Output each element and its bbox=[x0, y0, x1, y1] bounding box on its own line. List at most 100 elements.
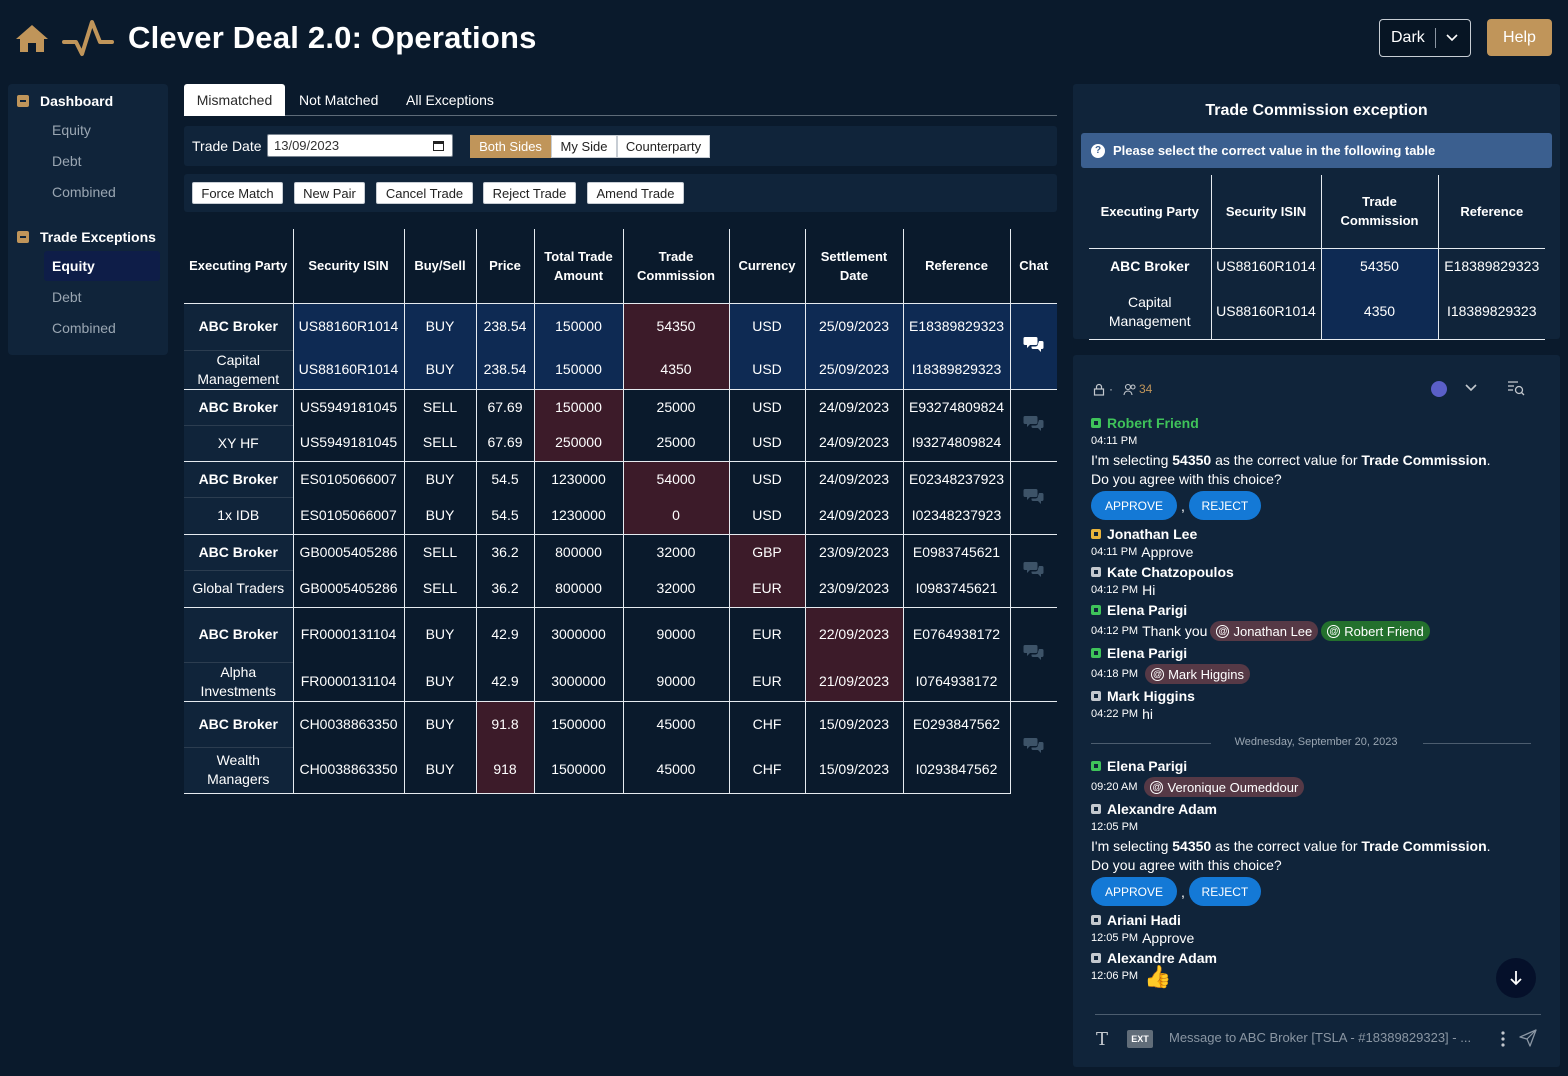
table-row[interactable]: ABC Broker US88160R1014 54350 E183898293… bbox=[1089, 248, 1545, 285]
collapse-icon[interactable] bbox=[17, 95, 29, 107]
table-cell[interactable]: I18389829323 bbox=[903, 350, 1011, 389]
table-cell[interactable]: BUY bbox=[404, 662, 477, 701]
column-header[interactable]: Currency bbox=[729, 229, 806, 304]
reject-button[interactable]: REJECT bbox=[1188, 491, 1261, 520]
table-cell[interactable]: ABC Broker bbox=[184, 302, 294, 350]
table-cell[interactable]: Global Traders bbox=[184, 569, 294, 607]
table-cell[interactable]: E93274809824 bbox=[903, 388, 1011, 425]
table-row[interactable]: ABC Broker US5949181045 SELL 67.69 150000 250… bbox=[184, 388, 1057, 461]
table-cell[interactable]: 45000 bbox=[623, 747, 730, 794]
sidebar-item-dashboard-combined[interactable]: Combined bbox=[44, 177, 160, 207]
table-cell[interactable]: CHF bbox=[729, 700, 806, 747]
table-cell[interactable]: 67.69 bbox=[476, 425, 535, 461]
chevron-down-icon[interactable] bbox=[1446, 34, 1458, 42]
chat-cell[interactable] bbox=[1010, 388, 1057, 461]
table-cell[interactable]: 0 bbox=[623, 497, 730, 534]
table-row[interactable]: ABC Broker FR0000131104 BUY 42.9 3000000 9000… bbox=[184, 606, 1057, 701]
text-format-icon[interactable]: T bbox=[1096, 1029, 1108, 1050]
message-input[interactable]: Message to ABC Broker [TSLA - #183898293… bbox=[1169, 1030, 1489, 1045]
table-cell[interactable]: 15/09/2023 bbox=[805, 747, 904, 794]
column-header[interactable]: Price bbox=[476, 229, 535, 304]
tab-mismatched[interactable]: Mismatched bbox=[184, 84, 285, 116]
column-header[interactable]: Reference bbox=[903, 229, 1011, 304]
table-cell[interactable]: 24/09/2023 bbox=[805, 425, 904, 461]
table-cell[interactable]: 1500000 bbox=[534, 747, 624, 794]
table-cell[interactable]: 24/09/2023 bbox=[805, 460, 904, 497]
table-cell[interactable]: I02348237923 bbox=[903, 497, 1011, 534]
table-cell[interactable]: USD bbox=[729, 302, 806, 350]
table-cell[interactable]: Capital Management bbox=[184, 349, 294, 389]
column-header[interactable]: Settlement Date bbox=[805, 229, 904, 304]
table-cell[interactable]: USD bbox=[729, 497, 806, 534]
chat-icon[interactable] bbox=[1023, 487, 1045, 504]
table-row[interactable]: ABC Broker ES0105066007 BUY 54.5 1230000 5400… bbox=[184, 460, 1057, 534]
theme-select[interactable]: Dark bbox=[1379, 19, 1471, 57]
party-cell[interactable]: ABC Broker bbox=[1089, 248, 1212, 285]
table-cell[interactable]: 25/09/2023 bbox=[805, 350, 904, 389]
table-cell[interactable]: 90000 bbox=[623, 606, 730, 662]
both-sides-toggle[interactable]: Both Sides bbox=[470, 135, 551, 158]
table-cell[interactable]: BUY bbox=[404, 497, 477, 534]
table-cell[interactable]: 150000 bbox=[534, 388, 624, 425]
chat-cell[interactable] bbox=[1010, 700, 1057, 793]
table-cell[interactable]: FR0000131104 bbox=[293, 662, 405, 701]
mention-pill[interactable]: @ Veronique Oumeddour bbox=[1144, 777, 1305, 797]
table-cell[interactable]: BUY bbox=[404, 350, 477, 389]
more-options-icon[interactable] bbox=[1501, 1031, 1505, 1047]
table-cell[interactable]: USD bbox=[729, 425, 806, 461]
chat-icon[interactable] bbox=[1023, 560, 1045, 577]
trade-date-input[interactable]: 13/09/2023 bbox=[267, 134, 453, 157]
table-row[interactable]: Capital Management US88160R1014 BUY 238.54 1… bbox=[184, 349, 1057, 389]
table-cell[interactable]: SELL bbox=[404, 425, 477, 461]
sidebar-item-exceptions-debt[interactable]: Debt bbox=[44, 282, 160, 312]
table-cell[interactable]: CHF bbox=[729, 747, 806, 794]
table-cell[interactable]: 23/09/2023 bbox=[805, 570, 904, 607]
chat-icon[interactable] bbox=[1023, 414, 1045, 431]
table-cell[interactable]: BUY bbox=[404, 606, 477, 662]
table-cell[interactable]: ABC Broker bbox=[184, 606, 294, 662]
table-cell[interactable]: EUR bbox=[729, 606, 806, 662]
table-cell[interactable]: CH0038863350 bbox=[293, 747, 405, 794]
chat-cell[interactable] bbox=[1010, 533, 1057, 607]
table-cell[interactable]: SELL bbox=[404, 570, 477, 607]
scroll-down-button[interactable] bbox=[1496, 958, 1536, 998]
table-cell[interactable]: 918 bbox=[476, 747, 535, 794]
table-cell[interactable]: GB0005405286 bbox=[293, 533, 405, 570]
column-header[interactable]: Total Trade Amount bbox=[534, 229, 624, 304]
amend-trade-button[interactable]: Amend Trade bbox=[587, 182, 684, 204]
table-cell[interactable]: 45000 bbox=[623, 700, 730, 747]
table-cell[interactable]: 3000000 bbox=[534, 606, 624, 662]
table-cell[interactable]: EUR bbox=[729, 662, 806, 701]
send-icon[interactable] bbox=[1519, 1029, 1537, 1047]
table-cell[interactable]: ABC Broker bbox=[184, 533, 294, 570]
sidebar-item-exceptions-equity[interactable]: Equity bbox=[44, 251, 160, 281]
table-cell[interactable]: 1230000 bbox=[534, 460, 624, 497]
counterparty-toggle[interactable]: Counterparty bbox=[617, 135, 710, 158]
people-icon[interactable] bbox=[1123, 383, 1137, 396]
force-match-button[interactable]: Force Match bbox=[192, 182, 283, 204]
table-cell[interactable]: 25/09/2023 bbox=[805, 302, 904, 350]
table-cell[interactable]: USD bbox=[729, 460, 806, 497]
table-cell[interactable]: ABC Broker bbox=[184, 700, 294, 747]
table-cell[interactable]: 54.5 bbox=[476, 460, 535, 497]
table-cell[interactable]: 21/09/2023 bbox=[805, 662, 904, 701]
mention-pill[interactable]: @ Jonathan Lee bbox=[1210, 621, 1319, 641]
table-row[interactable]: ABC Broker GB0005405286 SELL 36.2 800000 3200… bbox=[184, 533, 1057, 607]
table-cell[interactable]: 36.2 bbox=[476, 533, 535, 570]
sidebar-item-dashboard-debt[interactable]: Debt bbox=[44, 146, 160, 176]
table-cell[interactable]: 42.9 bbox=[476, 662, 535, 701]
new-pair-button[interactable]: New Pair bbox=[294, 182, 365, 204]
my-side-toggle[interactable]: My Side bbox=[551, 135, 617, 158]
chat-cell[interactable] bbox=[1010, 606, 1057, 701]
sidebar-item-exceptions-combined[interactable]: Combined bbox=[44, 313, 160, 343]
table-cell[interactable]: ABC Broker bbox=[184, 388, 294, 425]
table-cell[interactable]: GBP bbox=[729, 533, 806, 570]
isin-cell[interactable]: US88160R1014 bbox=[1211, 248, 1322, 285]
help-button[interactable]: Help bbox=[1487, 19, 1552, 56]
table-cell[interactable]: ES0105066007 bbox=[293, 460, 405, 497]
table-cell[interactable]: 23/09/2023 bbox=[805, 533, 904, 570]
table-row[interactable]: XY HF US5949181045 SELL 67.69 250000 25000 USD… bbox=[184, 424, 1057, 461]
mention-pill[interactable]: @ Mark Higgins bbox=[1145, 664, 1250, 684]
isin-cell[interactable]: US88160R1014 bbox=[1211, 285, 1322, 340]
table-cell[interactable]: EUR bbox=[729, 570, 806, 607]
